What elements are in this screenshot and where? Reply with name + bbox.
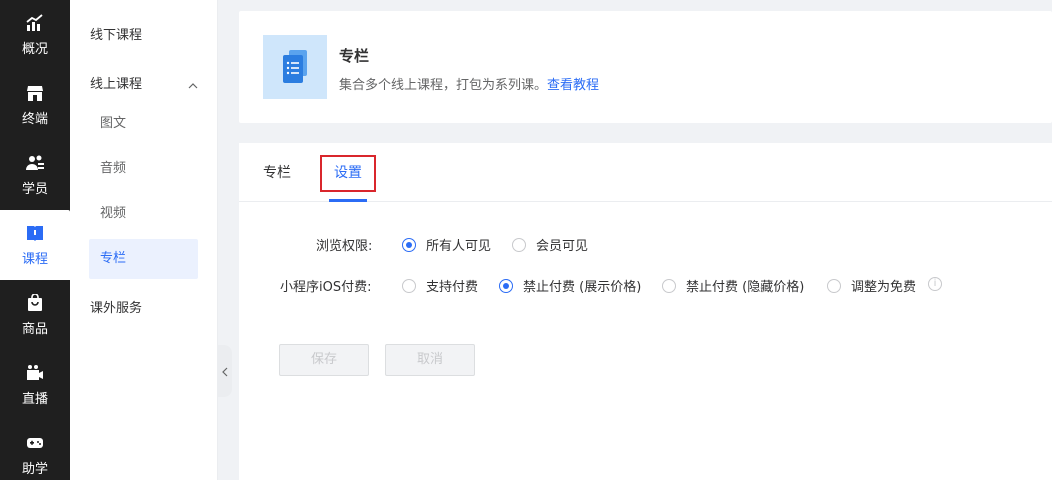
radio-label: 支持付费 (426, 280, 479, 295)
cancel-button[interactable]: 取消 (385, 344, 475, 376)
radio-ios-allow-payment[interactable]: 支持付费 (402, 276, 478, 295)
nav-item-courses[interactable]: 课程 (0, 210, 70, 280)
page-header-card: 专栏 集合多个线上课程，打包为系列课。查看教程 (239, 11, 1052, 123)
radio-dot (827, 278, 841, 293)
column-app-icon (263, 35, 327, 99)
nav-label: 助学 (21, 462, 48, 477)
radio-dot (402, 278, 416, 293)
subnav-child-audio[interactable]: 音频 (89, 149, 198, 189)
nav-item-live[interactable]: 直播 (0, 350, 70, 420)
radio-dot (512, 237, 526, 252)
radio-label: 会员可见 (536, 239, 589, 254)
storefront-icon (25, 83, 45, 103)
subnav-item-online[interactable]: 线上课程 (90, 73, 142, 92)
nav-item-study-aid[interactable]: 助学 (0, 420, 70, 480)
page-title: 专栏 (339, 47, 370, 65)
subnav-item-extra-services[interactable]: 课外服务 (90, 297, 142, 316)
video-camera-icon (25, 363, 45, 383)
tab-bar: 专栏 设置 (239, 143, 1052, 202)
nav-item-overview[interactable]: 概况 (0, 0, 70, 70)
nav-label: 课程 (21, 252, 48, 267)
subnav-child-column[interactable]: 专栏 (89, 239, 198, 279)
annotation-highlight-box (320, 155, 376, 192)
nav-label: 终端 (21, 112, 48, 127)
nav-label: 概况 (21, 42, 48, 57)
radio-ios-block-show-price[interactable]: 禁止付费 (展示价格) (499, 276, 641, 295)
tutorial-link[interactable]: 查看教程 (547, 78, 599, 93)
nav-item-goods[interactable]: 商品 (0, 280, 70, 350)
subnav-child-article[interactable]: 图文 (89, 104, 198, 144)
nav-label: 商品 (21, 322, 48, 337)
radio-browse-everyone[interactable]: 所有人可见 (402, 235, 491, 254)
nav-item-students[interactable]: 学员 (0, 140, 70, 210)
ios-payment-label: 小程序iOS付费: (280, 280, 372, 295)
shopping-bag-icon (25, 293, 45, 313)
users-icon (25, 153, 45, 173)
chevron-up-icon[interactable] (188, 76, 198, 89)
course-subnav: 线下课程 线上课程 图文 音频 视频 专栏 课外服务 (70, 0, 218, 480)
tab-column[interactable]: 专栏 (263, 143, 291, 202)
radio-ios-make-free[interactable]: 调整为免费 (827, 276, 916, 295)
radio-dot (662, 278, 676, 293)
active-tab-indicator (329, 199, 367, 202)
nav-label: 学员 (21, 182, 48, 197)
gamepad-icon (25, 433, 45, 453)
subnav-item-offline[interactable]: 线下课程 (90, 24, 142, 43)
radio-label: 调整为免费 (851, 280, 917, 295)
description-text: 集合多个线上课程，打包为系列课。 (339, 78, 548, 93)
radio-label: 禁止付费 (隐藏价格) (686, 280, 805, 295)
radio-browse-members[interactable]: 会员可见 (512, 235, 588, 254)
subnav-child-video[interactable]: 视频 (89, 194, 198, 234)
radio-dot (499, 278, 513, 293)
radio-label: 所有人可见 (426, 239, 492, 254)
browse-permission-label: 浏览权限: (316, 239, 373, 254)
page-description: 集合多个线上课程，打包为系列课。查看教程 (339, 74, 599, 93)
radio-label: 禁止付费 (展示价格) (523, 280, 642, 295)
book-icon (25, 223, 45, 243)
settings-card: 专栏 设置 浏览权限: 所有人可见 会员可见 小程序iOS付费: 支持付费 禁止… (239, 143, 1052, 480)
save-button[interactable]: 保存 (279, 344, 369, 376)
main-nav-rail: 概况 终端 学员 课程 商品 直播 助学 (0, 0, 70, 480)
nav-item-terminal[interactable]: 终端 (0, 70, 70, 140)
chevron-left-icon (221, 362, 229, 381)
chart-trend-icon (25, 13, 45, 33)
radio-dot (402, 237, 416, 252)
app-root: 概况 终端 学员 课程 商品 直播 助学 线下课程 线上课程 图文 音频 视频 … (0, 0, 1052, 480)
sidebar-collapse-handle[interactable] (218, 345, 232, 397)
radio-ios-block-hide-price[interactable]: 禁止付费 (隐藏价格) (662, 276, 804, 295)
nav-label: 直播 (21, 392, 48, 407)
info-icon[interactable]: i (928, 277, 942, 291)
